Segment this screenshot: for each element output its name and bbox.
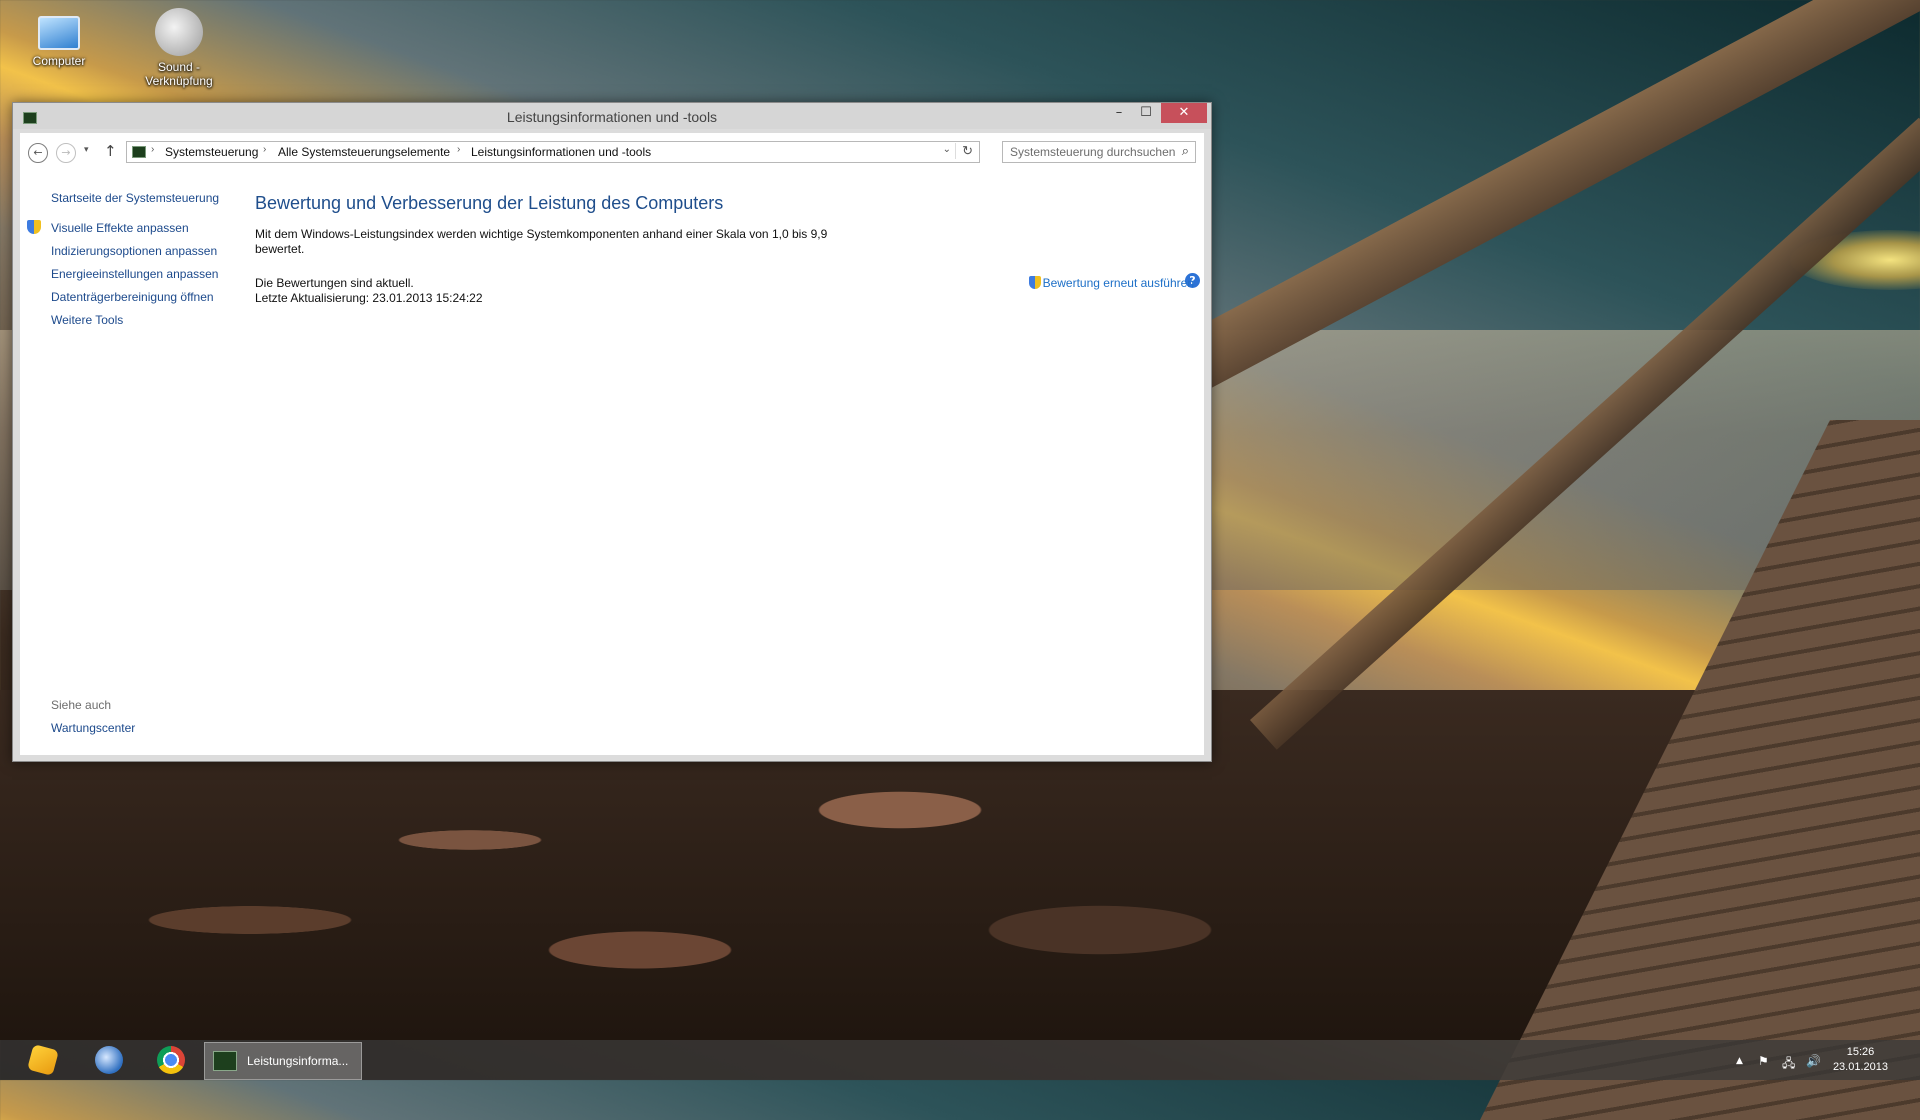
see-also-heading: Siehe auch	[51, 698, 112, 712]
search-icon[interactable]: ⌕	[1182, 143, 1189, 159]
recent-locations-dropdown[interactable]: ▾	[84, 145, 89, 155]
breadcrumb-separator[interactable]: ›	[263, 144, 266, 155]
refresh-button[interactable]: ↻	[955, 143, 973, 159]
show-hidden-icons-button[interactable]: ▲	[1736, 1056, 1743, 1066]
control-panel-icon	[132, 146, 146, 158]
clock-date: 23.01.2013	[1832, 1061, 1888, 1073]
taskbar-active-window[interactable]: Leistungsinforma...	[204, 1042, 362, 1080]
taskbar-pyload[interactable]	[22, 1044, 64, 1076]
maximize-button[interactable]: ☐	[1131, 103, 1161, 123]
rerun-assessment-label: Bewertung erneut ausführen	[1042, 276, 1194, 290]
back-button[interactable]: ←	[28, 143, 48, 163]
rerun-assessment-link[interactable]: Bewertung erneut ausführen	[1028, 276, 1194, 290]
computer-icon	[38, 16, 80, 50]
window-content: ← → ▾ ↑ › Systemsteuerung › Alle Systems…	[20, 133, 1204, 755]
thunderbird-icon	[95, 1046, 123, 1074]
chrome-icon	[157, 1046, 185, 1074]
title-bar[interactable]: Leistungsinformationen und -tools – ☐ ✕	[13, 103, 1211, 129]
search-placeholder: Systemsteuerung durchsuchen	[1010, 145, 1176, 159]
page-title: Bewertung und Verbesserung der Leistung …	[255, 193, 724, 213]
desktop-icon-sound-shortcut[interactable]: Sound - Verknüpfung	[124, 8, 234, 88]
last-update: Letzte Aktualisierung: 23.01.2013 15:24:…	[255, 291, 483, 305]
link-power-settings[interactable]: Energieeinstellungen anpassen	[51, 267, 218, 281]
breadcrumb-current[interactable]: Leistungsinformationen und -tools	[471, 145, 651, 159]
search-input[interactable]: Systemsteuerung durchsuchen ⌕	[1002, 141, 1196, 163]
taskbar: Leistungsinforma... ▲ ⚑ 🖧 🔊 15:26 23.01.…	[0, 1040, 1920, 1080]
system-clock[interactable]: 15:26 23.01.2013	[1833, 1045, 1888, 1075]
link-visual-effects[interactable]: Visuelle Effekte anpassen	[51, 221, 189, 235]
network-icon[interactable]: 🖧	[1782, 1054, 1795, 1075]
minimize-button[interactable]: –	[1104, 103, 1134, 123]
forward-button[interactable]: →	[56, 143, 76, 163]
description-line-1: Mit dem Windows-Leistungsindex werden wi…	[255, 227, 828, 241]
link-control-panel-home[interactable]: Startseite der Systemsteuerung	[51, 191, 219, 205]
link-more-tools[interactable]: Weitere Tools	[51, 313, 123, 327]
breadcrumb-separator[interactable]: ›	[151, 144, 154, 155]
breadcrumb-systemsteuerung[interactable]: Systemsteuerung	[165, 145, 258, 159]
clock-time: 15:26	[1846, 1046, 1875, 1058]
taskbar-thunderbird[interactable]	[88, 1044, 130, 1076]
control-panel-window: Leistungsinformationen und -tools – ☐ ✕ …	[12, 102, 1212, 762]
link-action-center[interactable]: Wartungscenter	[51, 721, 135, 735]
rating-status: Die Bewertungen sind aktuell.	[255, 276, 414, 290]
taskbar-active-label: Leistungsinforma...	[247, 1054, 349, 1068]
volume-icon[interactable]: 🔊	[1806, 1054, 1821, 1068]
up-button[interactable]: ↑	[104, 142, 117, 160]
navigation-bar: ← → ▾ ↑ › Systemsteuerung › Alle Systems…	[20, 133, 1204, 171]
link-indexing-options[interactable]: Indizierungsoptionen anpassen	[51, 244, 217, 258]
address-bar[interactable]: › Systemsteuerung › Alle Systemsteuerung…	[126, 141, 980, 163]
taskbar-chrome[interactable]	[150, 1044, 192, 1076]
breadcrumb-separator[interactable]: ›	[457, 144, 460, 155]
desktop-icon-label: Sound - Verknüpfung	[145, 60, 213, 88]
desktop-icon-label: Computer	[32, 54, 86, 68]
close-button[interactable]: ✕	[1161, 103, 1207, 123]
window-title: Leistungsinformationen und -tools	[506, 109, 718, 125]
uac-shield-icon	[1028, 276, 1041, 289]
breadcrumb-alle-elemente[interactable]: Alle Systemsteuerungselemente	[278, 145, 450, 159]
link-disk-cleanup[interactable]: Datenträgerbereinigung öffnen	[51, 290, 214, 304]
uac-shield-icon	[27, 220, 41, 234]
address-dropdown-button[interactable]: ⌄	[943, 144, 951, 155]
action-center-flag-icon[interactable]: ⚑	[1758, 1054, 1769, 1068]
description-line-2: bewertet.	[255, 242, 305, 256]
pyload-icon	[27, 1044, 59, 1076]
desktop-icon-computer[interactable]: Computer	[4, 8, 114, 68]
performance-info-icon	[213, 1051, 237, 1071]
speaker-icon	[155, 8, 203, 56]
